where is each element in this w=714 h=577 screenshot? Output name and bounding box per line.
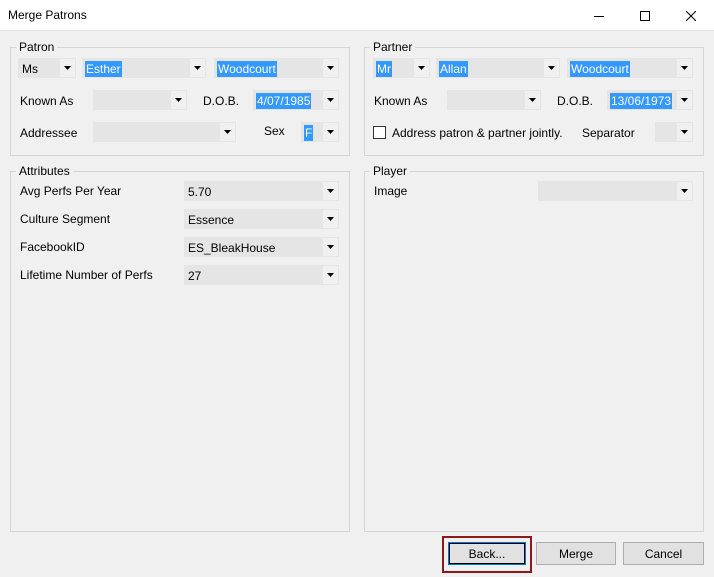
- patron-last-name-value: Woodcourt: [217, 61, 277, 77]
- window-title: Merge Patrons: [8, 8, 87, 22]
- patron-title-combo[interactable]: Ms: [18, 58, 76, 78]
- attribute-value-combo[interactable]: ES_BleakHouse: [184, 237, 339, 257]
- chevron-down-icon: [323, 266, 338, 284]
- chevron-down-icon: [323, 59, 338, 77]
- partner-first-name-value: Allan: [439, 61, 468, 77]
- patron-first-name-combo[interactable]: Esther: [82, 58, 206, 78]
- dialog-client-area: Patron Ms Esther Woodcourt Known As D.O.…: [0, 31, 714, 577]
- partner-first-name-combo[interactable]: Allan: [436, 58, 560, 78]
- minimize-button[interactable]: [576, 0, 622, 31]
- chevron-down-icon: [220, 123, 235, 141]
- partner-known-as-combo[interactable]: [447, 90, 541, 110]
- chevron-down-icon: [323, 182, 338, 200]
- patron-addressee-combo[interactable]: [93, 122, 236, 142]
- merge-button[interactable]: Merge: [536, 542, 616, 565]
- attribute-value-combo[interactable]: 5.70: [184, 181, 339, 201]
- patron-dob-combo[interactable]: 4/07/1985: [253, 90, 339, 110]
- chevron-down-icon: [677, 182, 692, 200]
- minimize-icon: [594, 15, 604, 17]
- partner-dob-combo[interactable]: 13/06/1973: [607, 90, 693, 110]
- attribute-value: ES_BleakHouse: [188, 241, 276, 255]
- patron-known-as-label: Known As: [20, 94, 74, 108]
- chevron-down-icon: [677, 91, 692, 109]
- patron-dob-label: D.O.B.: [203, 94, 240, 108]
- attribute-label: Lifetime Number of Perfs: [20, 268, 153, 282]
- chevron-down-icon: [677, 59, 692, 77]
- maximize-icon: [640, 10, 650, 21]
- chevron-down-icon: [544, 59, 559, 77]
- patron-last-name-combo[interactable]: Woodcourt: [214, 58, 339, 78]
- chevron-down-icon: [323, 210, 338, 228]
- player-group: Player: [364, 164, 704, 532]
- chevron-down-icon: [171, 91, 186, 109]
- chevron-down-icon: [323, 91, 338, 109]
- player-legend: Player: [373, 164, 408, 178]
- attribute-value: Essence: [188, 213, 235, 227]
- partner-dob-value: 13/06/1973: [610, 93, 673, 109]
- partner-legend: Partner: [373, 40, 413, 54]
- patron-first-name-value: Esther: [85, 61, 122, 77]
- title-bar: Merge Patrons: [0, 0, 714, 31]
- partner-title-combo[interactable]: Mr: [373, 58, 430, 78]
- patron-addressee-label: Addressee: [20, 126, 78, 140]
- player-image-combo[interactable]: [538, 181, 693, 201]
- partner-title-value: Mr: [376, 61, 392, 77]
- chevron-down-icon: [525, 91, 540, 109]
- attribute-label: Culture Segment: [20, 212, 111, 226]
- maximize-button[interactable]: [622, 0, 668, 31]
- patron-title-value: Ms: [22, 62, 38, 76]
- partner-known-as-label: Known As: [374, 94, 428, 108]
- patron-sex-combo[interactable]: F: [301, 122, 339, 142]
- attribute-label: FacebookID: [20, 240, 85, 254]
- patron-known-as-combo[interactable]: [93, 90, 187, 110]
- attribute-value: 5.70: [188, 185, 212, 199]
- cancel-button[interactable]: Cancel: [623, 542, 704, 565]
- attribute-value: 27: [188, 269, 202, 283]
- chevron-down-icon: [60, 59, 75, 77]
- separator-label: Separator: [582, 126, 635, 140]
- close-icon: [686, 10, 696, 21]
- patron-dob-value: 4/07/1985: [256, 93, 312, 109]
- attribute-label: Avg Perfs Per Year: [20, 184, 122, 198]
- chevron-down-icon: [323, 238, 338, 256]
- partner-dob-label: D.O.B.: [557, 94, 594, 108]
- patron-sex-value: F: [304, 125, 314, 141]
- separator-combo[interactable]: [655, 122, 693, 142]
- chevron-down-icon: [323, 123, 338, 141]
- chevron-down-icon: [677, 123, 692, 141]
- address-jointly-label: Address patron & partner jointly.: [392, 126, 563, 140]
- attribute-value-combo[interactable]: Essence: [184, 209, 339, 229]
- player-image-label: Image: [374, 184, 408, 198]
- attributes-legend: Attributes: [19, 164, 70, 178]
- address-jointly-checkbox[interactable]: [373, 126, 386, 139]
- chevron-down-icon: [190, 59, 205, 77]
- attribute-value-combo[interactable]: 27: [184, 265, 339, 285]
- chevron-down-icon: [414, 59, 429, 77]
- back-button[interactable]: Back...: [448, 542, 526, 565]
- close-button[interactable]: [668, 0, 714, 31]
- partner-last-name-value: Woodcourt: [570, 61, 630, 77]
- patron-sex-label: Sex: [264, 124, 285, 138]
- patron-legend: Patron: [19, 40, 55, 54]
- partner-last-name-combo[interactable]: Woodcourt: [567, 58, 693, 78]
